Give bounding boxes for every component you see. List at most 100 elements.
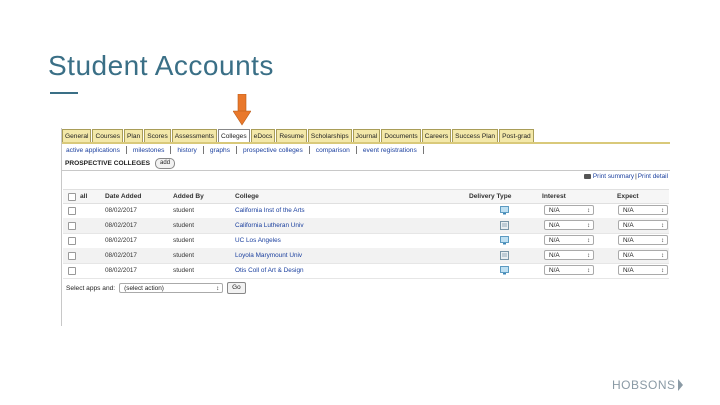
tab-courses[interactable]: Courses — [92, 129, 124, 143]
row-checkbox[interactable] — [68, 267, 76, 275]
date-added-cell: 08/02/2017 — [105, 207, 137, 214]
tab-resume[interactable]: Resume — [276, 129, 307, 143]
row-checkbox[interactable] — [68, 237, 76, 245]
row-checkbox[interactable] — [68, 207, 76, 215]
select-all-checkbox[interactable] — [68, 193, 76, 201]
print-separator: | — [635, 173, 637, 180]
tab-success-plan[interactable]: Success Plan — [452, 129, 499, 143]
subnav-event-registrations[interactable]: event registrations — [363, 147, 417, 154]
interest-select[interactable]: N/A ↕ — [544, 235, 594, 245]
added-by-cell: student — [173, 222, 194, 229]
interest-select[interactable]: N/A ↕ — [544, 265, 594, 275]
tab-band — [62, 142, 670, 144]
interest-select[interactable]: N/A ↕ — [544, 250, 594, 260]
expect-select[interactable]: N/A ↕ — [618, 235, 668, 245]
column-added-by[interactable]: Added By — [173, 190, 204, 203]
college-link[interactable]: UC Los Angeles — [235, 233, 281, 248]
tab-assessments[interactable]: Assessments — [171, 129, 217, 143]
section-heading-row: PROSPECTIVE COLLEGES add — [65, 158, 176, 169]
bulk-action-row: Select apps and: (select action) ↕ Go — [66, 282, 246, 294]
brand-name: HOBSONS — [612, 378, 676, 392]
added-by-cell: student — [173, 252, 194, 259]
select-caret-icon: ↕ — [587, 223, 590, 229]
slide-title: Student Accounts — [48, 50, 274, 81]
added-by-cell: student — [173, 267, 194, 274]
subnav-separator — [308, 146, 310, 154]
column-delivery-type[interactable]: Delivery Type — [469, 190, 511, 203]
select-caret-icon: ↕ — [587, 238, 590, 244]
college-link[interactable]: Loyola Marymount Univ — [235, 248, 302, 263]
subnav-separator — [236, 146, 238, 154]
tab-scholarships[interactable]: Scholarships — [307, 129, 352, 143]
row-checkbox[interactable] — [68, 252, 76, 260]
select-caret-icon: ↕ — [661, 253, 664, 259]
subnav-comparison[interactable]: comparison — [316, 147, 350, 154]
print-summary-link[interactable]: Print summary — [593, 173, 634, 180]
expect-value: N/A — [623, 252, 634, 259]
select-caret-icon: ↕ — [587, 208, 590, 214]
row-checkbox[interactable] — [68, 222, 76, 230]
print-detail-link[interactable]: Print detail — [638, 173, 668, 180]
subnav-milestones[interactable]: milestones — [133, 147, 165, 154]
tab-plan[interactable]: Plan — [124, 129, 144, 143]
college-link[interactable]: California Inst of the Arts — [235, 203, 305, 218]
subnav-history[interactable]: history — [177, 147, 196, 154]
column-all: all — [80, 193, 88, 200]
date-added-cell: 08/02/2017 — [105, 267, 137, 274]
expect-select[interactable]: N/A ↕ — [618, 265, 668, 275]
go-button[interactable]: Go — [227, 282, 246, 294]
date-added-cell: 08/02/2017 — [105, 222, 137, 229]
interest-select[interactable]: N/A ↕ — [544, 205, 594, 215]
tab-general[interactable]: General — [62, 129, 92, 143]
chevron-right-icon — [677, 379, 683, 391]
date-added-cell: 08/02/2017 — [105, 237, 137, 244]
table-row: 08/02/2017 student Otis Coll of Art & De… — [63, 263, 669, 279]
sub-navigation: active applications milestones history g… — [66, 145, 430, 155]
bulk-action-value: (select action) — [124, 285, 164, 292]
left-border — [61, 128, 62, 326]
subnav-separator — [170, 146, 172, 154]
divider — [62, 170, 670, 171]
subnav-separator — [202, 146, 204, 154]
select-caret-icon: ↕ — [216, 286, 220, 292]
computer-icon — [500, 266, 509, 275]
column-interest[interactable]: Interest — [542, 190, 566, 203]
table-row: 08/02/2017 student Loyola Marymount Univ… — [63, 248, 669, 264]
select-caret-icon: ↕ — [661, 223, 664, 229]
expect-select[interactable]: N/A ↕ — [618, 250, 668, 260]
tab-bar: General Courses Plan Scores Assessments … — [62, 129, 535, 144]
select-caret-icon: ↕ — [661, 268, 664, 274]
added-by-cell: student — [173, 237, 194, 244]
subnav-prospective-colleges[interactable]: prospective colleges — [243, 147, 303, 154]
column-expect[interactable]: Expect — [617, 190, 639, 203]
tab-documents[interactable]: Documents — [381, 129, 421, 143]
expect-select[interactable]: N/A ↕ — [618, 220, 668, 230]
column-date-added[interactable]: Date Added — [105, 190, 141, 203]
table-row: 08/02/2017 student UC Los Angeles N/A ↕ N… — [63, 233, 669, 249]
paper-icon — [500, 221, 509, 230]
tab-post-grad[interactable]: Post-grad — [499, 129, 534, 143]
interest-select[interactable]: N/A ↕ — [544, 220, 594, 230]
computer-icon — [500, 236, 509, 245]
expect-value: N/A — [623, 267, 634, 274]
expect-select[interactable]: N/A ↕ — [618, 205, 668, 215]
subnav-separator — [422, 146, 424, 154]
print-links: Print summary | Print detail — [583, 173, 668, 180]
bulk-action-select[interactable]: (select action) ↕ — [119, 283, 224, 293]
tab-journal[interactable]: Journal — [352, 129, 381, 143]
bulk-action-label: Select apps and: — [66, 284, 116, 292]
table-header: all Date Added Added By College Delivery… — [63, 189, 669, 204]
subnav-graphs[interactable]: graphs — [210, 147, 230, 154]
add-college-button[interactable]: add — [155, 158, 176, 169]
tab-scores[interactable]: Scores — [144, 129, 171, 143]
select-caret-icon: ↕ — [661, 238, 664, 244]
tab-careers[interactable]: Careers — [421, 129, 452, 143]
brand-logo: HOBSONS — [612, 378, 683, 392]
college-link[interactable]: California Lutheran Univ — [235, 218, 304, 233]
tab-edocs[interactable]: eDocs — [250, 129, 276, 143]
interest-value: N/A — [549, 207, 560, 214]
column-college[interactable]: College — [235, 190, 259, 203]
college-link[interactable]: Otis Coll of Art & Design — [235, 263, 304, 278]
subnav-separator — [355, 146, 357, 154]
subnav-active-applications[interactable]: active applications — [66, 147, 120, 154]
